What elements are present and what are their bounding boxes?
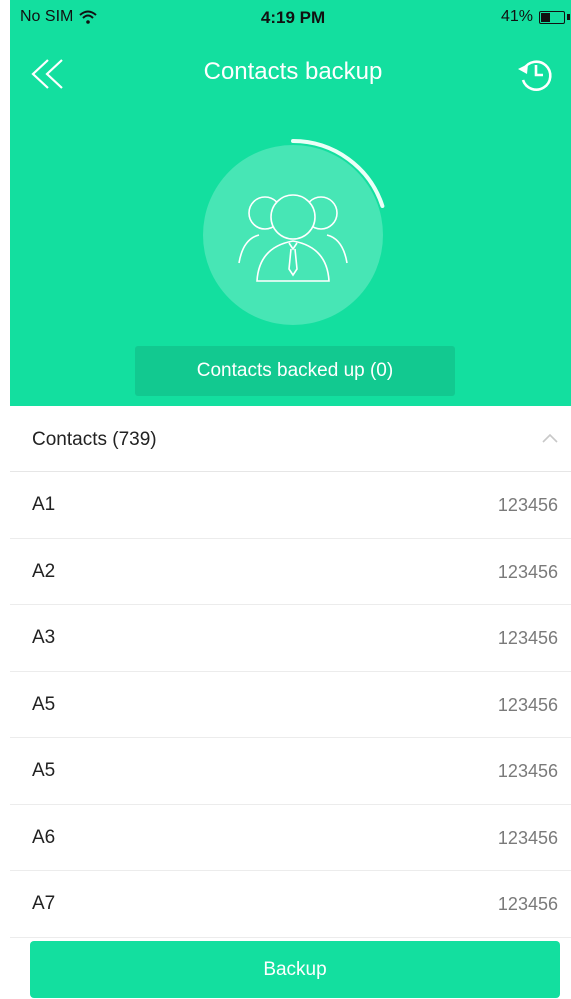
contact-name: A1 bbox=[32, 494, 56, 515]
header: No SIM 4:19 PM 41% Contacts backup Conta… bbox=[10, 0, 571, 406]
contacts-count-title: Contacts (739) bbox=[32, 429, 157, 450]
contact-row[interactable]: A3 123456 bbox=[10, 605, 571, 672]
contact-row[interactable]: A2 123456 bbox=[10, 539, 571, 605]
contact-number: 123456 bbox=[497, 827, 558, 848]
contact-name: A3 bbox=[32, 627, 56, 648]
contact-number: 123456 bbox=[497, 894, 558, 914]
contact-row[interactable]: A1 123456 bbox=[10, 472, 571, 539]
battery-percent: 41% bbox=[500, 8, 533, 25]
contact-row[interactable]: A6 123456 bbox=[10, 805, 571, 871]
contact-row[interactable]: A7 123456 bbox=[10, 871, 571, 938]
backed-up-counter-label: Contacts backed up (0) bbox=[196, 360, 394, 381]
contacts-section-header[interactable]: Contacts (739) bbox=[10, 406, 571, 472]
contact-row[interactable]: A5 123456 bbox=[10, 672, 571, 738]
history-button[interactable] bbox=[514, 52, 558, 96]
contact-number: 123456 bbox=[497, 495, 558, 515]
contacts-avatar bbox=[193, 135, 393, 335]
contact-name: A6 bbox=[32, 826, 56, 848]
backup-button-label: Backup bbox=[263, 958, 327, 980]
backup-button[interactable]: Backup bbox=[30, 941, 560, 998]
contact-name: A5 bbox=[32, 693, 56, 715]
contact-number: 123456 bbox=[497, 694, 558, 715]
backed-up-counter[interactable]: Contacts backed up (0) bbox=[135, 346, 455, 396]
contact-list: A1 123456 A2 123456 A3 123456 A5 123456 … bbox=[10, 472, 571, 938]
page-title: Contacts backup bbox=[203, 58, 383, 85]
clock: 4:19 PM bbox=[260, 8, 326, 27]
contact-name: A5 bbox=[32, 760, 56, 781]
contact-number: 123456 bbox=[497, 561, 558, 582]
contact-row[interactable]: A5 123456 bbox=[10, 738, 571, 805]
contact-name: A2 bbox=[32, 560, 56, 582]
chevron-up-icon[interactable] bbox=[542, 432, 558, 444]
battery-icon bbox=[539, 10, 565, 24]
contact-number: 123456 bbox=[497, 761, 558, 781]
contact-number: 123456 bbox=[497, 628, 558, 648]
battery-tip bbox=[567, 14, 570, 20]
status-bar: No SIM 4:19 PM 41% bbox=[10, 0, 571, 36]
contact-name: A7 bbox=[32, 893, 56, 914]
nav-bar: Contacts backup bbox=[10, 48, 571, 98]
history-icon bbox=[518, 60, 552, 91]
contacts-group-icon bbox=[203, 139, 385, 325]
battery-level bbox=[541, 12, 550, 22]
status-right: 41% bbox=[501, 8, 570, 26]
